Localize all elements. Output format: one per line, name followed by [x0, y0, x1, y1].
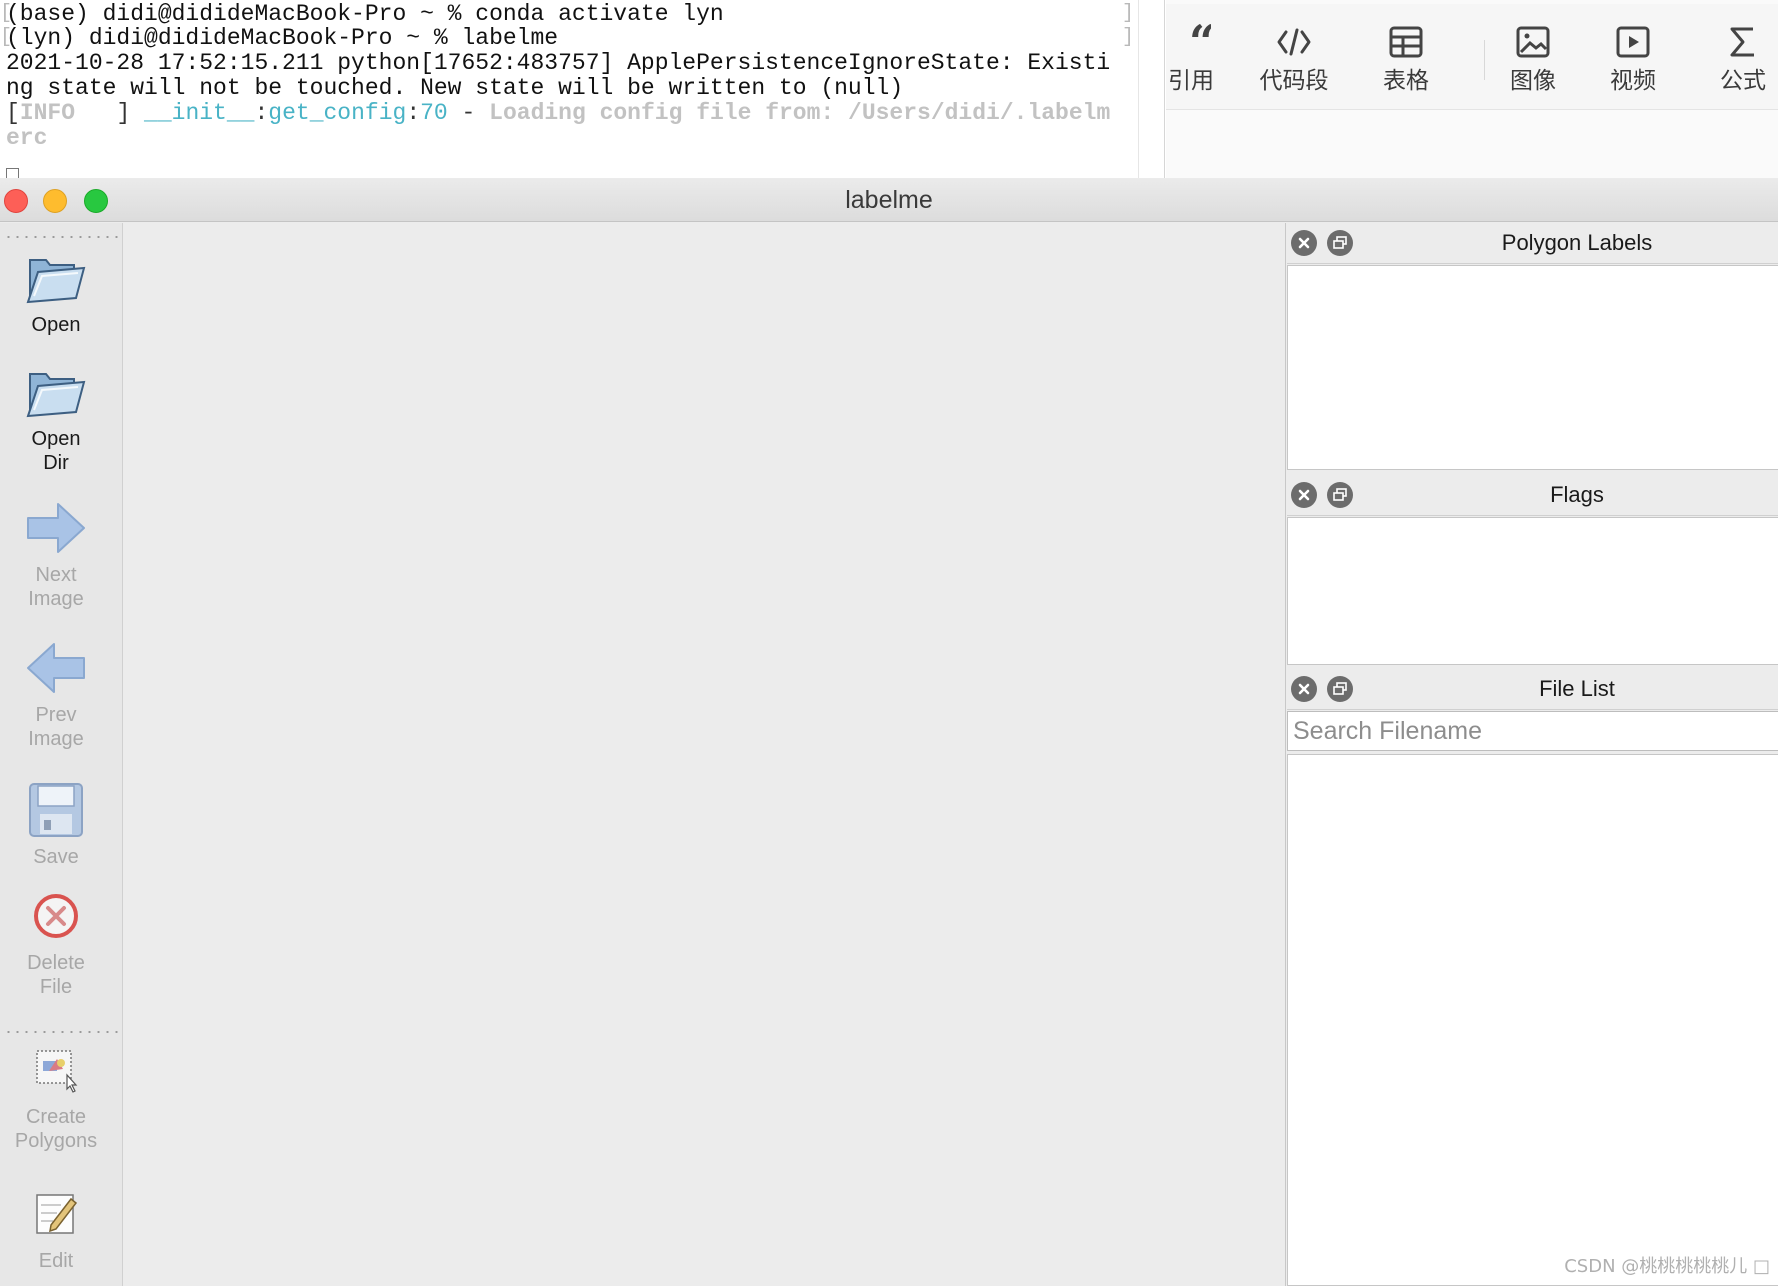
flags-list[interactable] — [1287, 517, 1778, 665]
delete-file-label: Delete File — [27, 952, 85, 998]
dock-close-icon[interactable] — [1291, 482, 1317, 508]
log-function: get_config — [268, 100, 407, 126]
image-label: 图像 — [1510, 68, 1556, 94]
edit-button[interactable]: Edit — [0, 1179, 112, 1273]
terminal-line-6: erc — [6, 125, 48, 151]
create-polygons-label: Create Polygons — [14, 1106, 98, 1152]
window-minimize-button[interactable] — [43, 189, 67, 213]
search-filename-field — [1287, 711, 1778, 751]
table-button[interactable]: 表格 — [1361, 22, 1451, 102]
window-close-button[interactable] — [4, 189, 28, 213]
open-label: Open — [31, 314, 81, 336]
editor-toolbar: “ 引用 代码段 表格 图像 视频 — [1166, 0, 1778, 178]
toolbar-grip[interactable] — [4, 236, 118, 238]
left-toolbar: Open Open Dir Next Image Prev Image Save… — [0, 223, 123, 1286]
dock-float-icon[interactable] — [1327, 482, 1353, 508]
log-separator: : — [406, 100, 421, 126]
folder-open-icon — [21, 357, 91, 427]
floppy-disk-icon — [21, 775, 91, 845]
file-list-dock: File List — [1287, 668, 1778, 1286]
quote-label: 引用 — [1168, 68, 1214, 94]
watermark: CSDN @桃桃桃桃桃儿 □ — [1564, 1256, 1770, 1277]
log-message: Loading config file from: /Users/didi/.l… — [489, 100, 1111, 126]
log-module: __init__ — [144, 100, 255, 126]
polygon-labels-dock: Polygon Labels — [1287, 222, 1778, 472]
polygon-labels-header: Polygon Labels — [1287, 222, 1778, 264]
image-canvas[interactable] — [124, 223, 1286, 1286]
video-icon — [1588, 22, 1678, 62]
open-button[interactable]: Open — [0, 243, 112, 337]
formula-label: 公式 — [1720, 68, 1766, 94]
terminal-mark: ] — [1121, 26, 1134, 49]
quote-button[interactable]: “ 引用 — [1146, 22, 1236, 102]
log-bracket-open: [ — [6, 100, 20, 126]
polygon-labels-list[interactable] — [1287, 265, 1778, 470]
window-zoom-button[interactable] — [84, 189, 108, 213]
code-label: 代码段 — [1259, 68, 1329, 94]
code-icon — [1249, 22, 1339, 62]
prev-image-label: Prev Image — [28, 704, 84, 750]
toolbar-divider — [1484, 40, 1485, 80]
next-image-button[interactable]: Next Image — [0, 493, 112, 611]
svg-text:“: “ — [1189, 24, 1211, 60]
video-label: 视频 — [1610, 68, 1656, 94]
code-button[interactable]: 代码段 — [1249, 22, 1339, 102]
dock-close-icon[interactable] — [1291, 676, 1317, 702]
formula-button[interactable]: 公式 — [1698, 22, 1778, 102]
labelme-window: labelme Open Open Dir Next Image Prev Im… — [0, 178, 1778, 1286]
image-icon — [1488, 22, 1578, 62]
terminal-cursor — [6, 168, 19, 178]
log-dash: - — [447, 100, 490, 126]
dock-float-icon[interactable] — [1327, 676, 1353, 702]
table-label: 表格 — [1383, 68, 1429, 94]
window-title: labelme — [845, 186, 933, 214]
arrow-left-icon — [21, 633, 91, 703]
save-button[interactable]: Save — [0, 775, 112, 869]
save-label: Save — [33, 846, 79, 868]
folder-open-icon — [21, 243, 91, 313]
file-list-header: File List — [1287, 668, 1778, 710]
sigma-icon — [1698, 22, 1778, 62]
open-dir-label: Open Dir — [31, 428, 81, 474]
prev-image-button[interactable]: Prev Image — [0, 633, 112, 751]
delete-icon — [21, 881, 91, 951]
quote-icon: “ — [1146, 22, 1236, 62]
open-dir-button[interactable]: Open Dir — [0, 357, 112, 475]
file-list-title: File List — [1539, 676, 1615, 701]
title-bar[interactable]: labelme — [0, 178, 1778, 222]
next-image-label: Next Image — [28, 564, 84, 610]
create-polygons-button[interactable]: Create Polygons — [0, 1035, 112, 1153]
dock-float-icon[interactable] — [1327, 230, 1353, 256]
terminal-window[interactable]: [ (base) didi@didideMacBook-Pro ~ % cond… — [0, 0, 1165, 178]
terminal-line-3: 2021-10-28 17:52:15.211 python[17652:483… — [6, 50, 1111, 76]
terminal-line-5: [INFO ] __init__:get_config:70 - Loading… — [6, 99, 1110, 127]
terminal-line-2: (lyn) didi@didideMacBook-Pro ~ % labelme — [6, 25, 559, 51]
arrow-right-icon — [21, 493, 91, 563]
log-level: INFO — [19, 100, 76, 126]
table-icon — [1361, 22, 1451, 62]
polygon-icon — [21, 1035, 91, 1105]
flags-header: Flags — [1287, 474, 1778, 516]
editor-toolbar-bar: “ 引用 代码段 表格 图像 视频 — [1166, 4, 1778, 110]
search-input[interactable] — [1288, 712, 1778, 750]
edit-pencil-icon — [21, 1179, 91, 1249]
flags-dock: Flags — [1287, 474, 1778, 670]
delete-file-button[interactable]: Delete File — [0, 881, 112, 999]
edit-label: Edit — [38, 1250, 74, 1272]
log-bracket-close: ] — [75, 100, 145, 126]
polygon-labels-title: Polygon Labels — [1501, 230, 1653, 255]
video-button[interactable]: 视频 — [1588, 22, 1678, 102]
dock-close-icon[interactable] — [1291, 230, 1317, 256]
log-lineno: 70 — [420, 100, 448, 126]
toolbar-divider — [4, 1031, 118, 1033]
flags-title: Flags — [1550, 482, 1604, 507]
image-button[interactable]: 图像 — [1488, 22, 1578, 102]
terminal-mark: ] — [1121, 2, 1134, 25]
terminal-line-4: ng state will not be touched. New state … — [6, 75, 904, 101]
log-separator: : — [254, 100, 269, 126]
file-list[interactable] — [1287, 754, 1778, 1286]
